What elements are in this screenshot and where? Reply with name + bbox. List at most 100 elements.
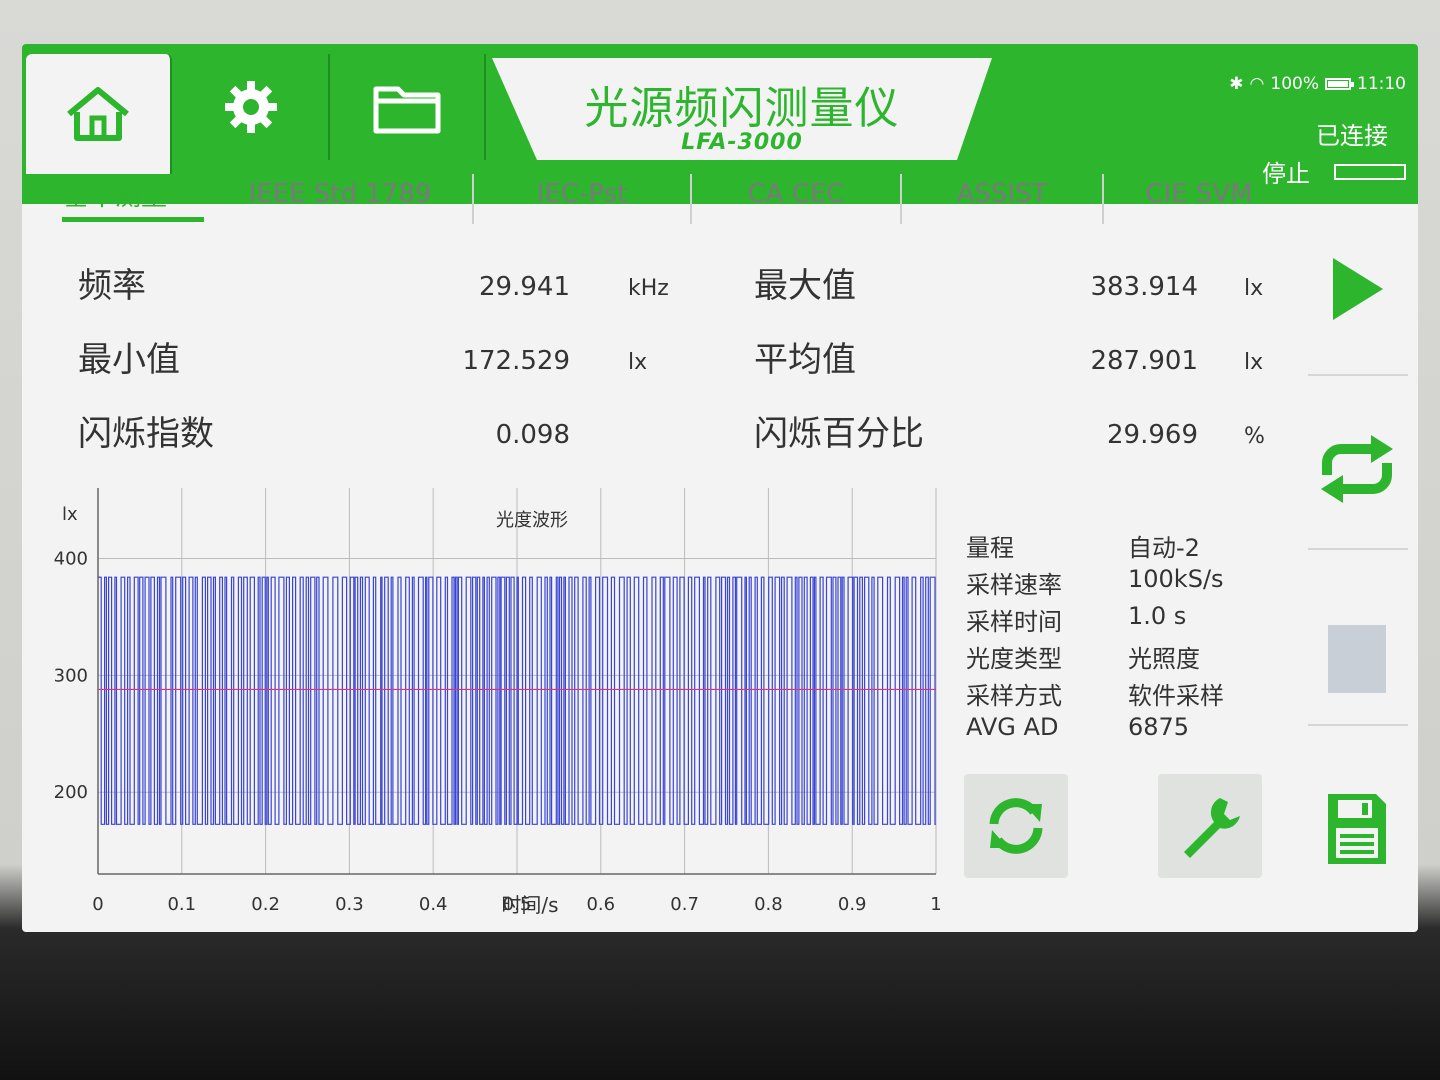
- sampling-mode-value: 软件采样: [1128, 682, 1224, 710]
- info-row: 采样速率 100kS/s: [962, 565, 1282, 602]
- right-action-column: [1296, 224, 1418, 932]
- x-axis-label: 时间/s: [501, 893, 558, 917]
- wifi-icon: ◠: [1249, 74, 1265, 94]
- avg-ad-value: 6875: [1128, 713, 1190, 741]
- loop-button[interactable]: [1296, 414, 1418, 524]
- clock: 11:10: [1357, 74, 1406, 94]
- frequency-value: 29.941: [479, 272, 570, 302]
- measurements-left: 频率 29.941 kHz 最小值 172.529 lx 闪烁指数 0.098: [22, 244, 669, 466]
- x-tick-label: 0.2: [251, 894, 280, 915]
- title-plate: 光源频闪测量仪 LFA-3000: [492, 58, 992, 160]
- flicker-percent-value: 29.969: [1107, 420, 1198, 450]
- battery-icon: [1325, 78, 1354, 90]
- refresh-icon: [989, 798, 1043, 854]
- save-button[interactable]: [1296, 774, 1418, 884]
- flicker-index-value: 0.098: [495, 420, 570, 450]
- waveform-chart: 0 0.1 0.2 0.3 0.4 0.5 0.6 0.7 0.8 0.9 1 400 300 200 lx…: [22, 454, 962, 924]
- y-tick-label: 400: [54, 548, 88, 569]
- sample-rate-label: 采样速率: [966, 571, 1062, 599]
- tab-label: 基本测量: [62, 181, 167, 212]
- photometric-type-label: 光度类型: [966, 645, 1062, 673]
- wrench-icon: [1184, 798, 1240, 858]
- tab-basic-measurement[interactable]: 基本测量: [22, 164, 208, 224]
- device-screen: 光源频闪测量仪 LFA-3000 ✱ ◠ 100% 11:10 已连接 停止 基…: [22, 44, 1418, 932]
- stop-button[interactable]: [1296, 604, 1418, 714]
- model-name: LFA-3000: [681, 130, 803, 155]
- folder-icon: [373, 86, 441, 134]
- save-icon: [1328, 794, 1386, 864]
- tab-label: CA CEC: [747, 179, 845, 209]
- home-icon: [67, 87, 129, 141]
- flicker-percent-unit: %: [1244, 424, 1265, 449]
- repeat-icon: [1321, 435, 1393, 503]
- battery-percent: 100%: [1270, 74, 1319, 94]
- tab-assist[interactable]: ASSIST: [902, 164, 1102, 224]
- measurement-row: 频率 29.941 kHz: [22, 244, 669, 318]
- sampling-mode-label: 采样方式: [966, 682, 1062, 710]
- acquisition-info: 量程 自动-2 采样速率 100kS/s 采样时间 1.0 s 光度类型 光照度…: [962, 528, 1282, 750]
- x-tick-label: 0.8: [754, 894, 783, 915]
- range-label: 量程: [966, 534, 1014, 562]
- system-status-bar: ✱ ◠ 100% 11:10: [1229, 74, 1406, 94]
- tab-label: IEC-Pst: [536, 179, 628, 209]
- x-tick-label: 0.6: [586, 894, 615, 915]
- bluetooth-icon: ✱: [1229, 74, 1244, 94]
- y-axis-label: lx: [62, 504, 78, 525]
- tab-label: IEEE Std 1789: [248, 179, 432, 209]
- tools-button[interactable]: [1158, 774, 1262, 878]
- info-row: AVG AD 6875: [962, 713, 1282, 750]
- info-row: 光度类型 光照度: [962, 639, 1282, 676]
- info-row: 量程 自动-2: [962, 528, 1282, 565]
- settings-button[interactable]: [174, 54, 330, 160]
- sample-time-value: 1.0 s: [1128, 602, 1187, 630]
- folder-button[interactable]: [330, 54, 486, 160]
- x-tick-label: 0: [92, 894, 103, 915]
- measurement-row: 平均值 287.901 lx: [698, 318, 1294, 392]
- waveform-chart-svg: 0 0.1 0.2 0.3 0.4 0.5 0.6 0.7 0.8 0.9 1400300200lx…: [54, 488, 942, 917]
- tab-label: CIE SVM: [1145, 179, 1253, 209]
- avg-ad-label: AVG AD: [966, 713, 1059, 741]
- divider: [1308, 724, 1408, 726]
- maximum-unit: lx: [1244, 276, 1264, 301]
- app-title: 光源频闪测量仪: [584, 83, 900, 134]
- tab-ca-cec[interactable]: CA CEC: [692, 164, 900, 224]
- tab-label: ASSIST: [956, 179, 1048, 209]
- minimum-value: 172.529: [462, 346, 570, 376]
- active-tab-underline: [62, 217, 204, 222]
- range-value: 自动-2: [1128, 534, 1200, 562]
- tab-ieee-1789[interactable]: IEEE Std 1789: [208, 164, 472, 224]
- refresh-button[interactable]: [964, 774, 1068, 878]
- tab-iec-pst[interactable]: IEC-Pst: [474, 164, 690, 224]
- average-label: 平均值: [754, 340, 856, 380]
- measurement-row: 最大值 383.914 lx: [698, 244, 1294, 318]
- frequency-unit: kHz: [628, 276, 669, 301]
- y-tick-label: 200: [54, 782, 88, 803]
- start-button[interactable]: [1296, 234, 1418, 344]
- x-tick-label: 0.7: [670, 894, 699, 915]
- gear-icon: [225, 81, 277, 133]
- tab-cie-svm[interactable]: CIE SVM: [1104, 164, 1294, 224]
- minimum-unit: lx: [628, 350, 648, 375]
- sample-time-label: 采样时间: [966, 608, 1062, 636]
- tab-bar: 基本测量 IEEE Std 1789 IEC-Pst CA CEC ASSIST…: [22, 164, 1294, 224]
- x-tick-label: 0.4: [419, 894, 448, 915]
- sample-rate-value: 100kS/s: [1128, 565, 1224, 593]
- photometric-type-value: 光照度: [1128, 645, 1200, 673]
- frequency-label: 频率: [78, 266, 146, 306]
- info-row: 采样时间 1.0 s: [962, 602, 1282, 639]
- x-tick-label: 0.9: [838, 894, 867, 915]
- divider: [1308, 548, 1408, 550]
- average-value: 287.901: [1090, 346, 1198, 376]
- progress-bar: [1334, 164, 1406, 180]
- average-unit: lx: [1244, 350, 1264, 375]
- x-tick-label: 0.1: [167, 894, 196, 915]
- minimum-label: 最小值: [78, 340, 180, 380]
- x-tick-label: 1: [930, 894, 941, 915]
- home-button[interactable]: [26, 54, 172, 174]
- flicker-percent-label: 闪烁百分比: [754, 414, 924, 454]
- divider: [1308, 374, 1408, 376]
- connection-status: 已连接: [1316, 122, 1388, 150]
- x-tick-label: 0.3: [335, 894, 364, 915]
- stop-icon: [1328, 625, 1386, 693]
- y-tick-label: 300: [54, 665, 88, 686]
